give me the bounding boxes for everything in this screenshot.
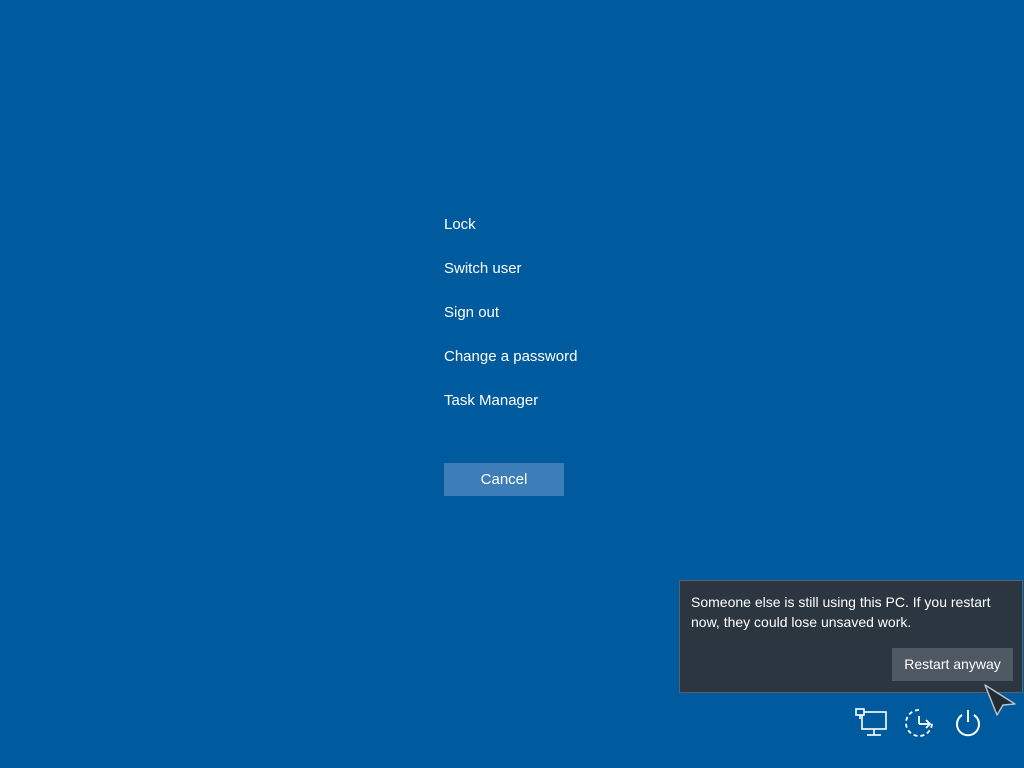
ease-of-access-icon[interactable] <box>902 706 936 740</box>
restart-warning-message: Someone else is still using this PC. If … <box>691 594 991 630</box>
restart-anyway-button[interactable]: Restart anyway <box>892 648 1013 681</box>
switch-user-link[interactable]: Switch user <box>444 258 644 280</box>
change-password-link[interactable]: Change a password <box>444 346 644 368</box>
restart-warning-flyout: Someone else is still using this PC. If … <box>679 580 1023 693</box>
lock-link[interactable]: Lock <box>444 214 644 236</box>
power-icon[interactable] <box>951 706 985 740</box>
network-icon[interactable] <box>854 706 888 740</box>
cancel-button[interactable]: Cancel <box>444 463 564 496</box>
sign-out-link[interactable]: Sign out <box>444 302 644 324</box>
options-menu: Lock Switch user Sign out Change a passw… <box>444 214 644 434</box>
task-manager-link[interactable]: Task Manager <box>444 390 644 412</box>
